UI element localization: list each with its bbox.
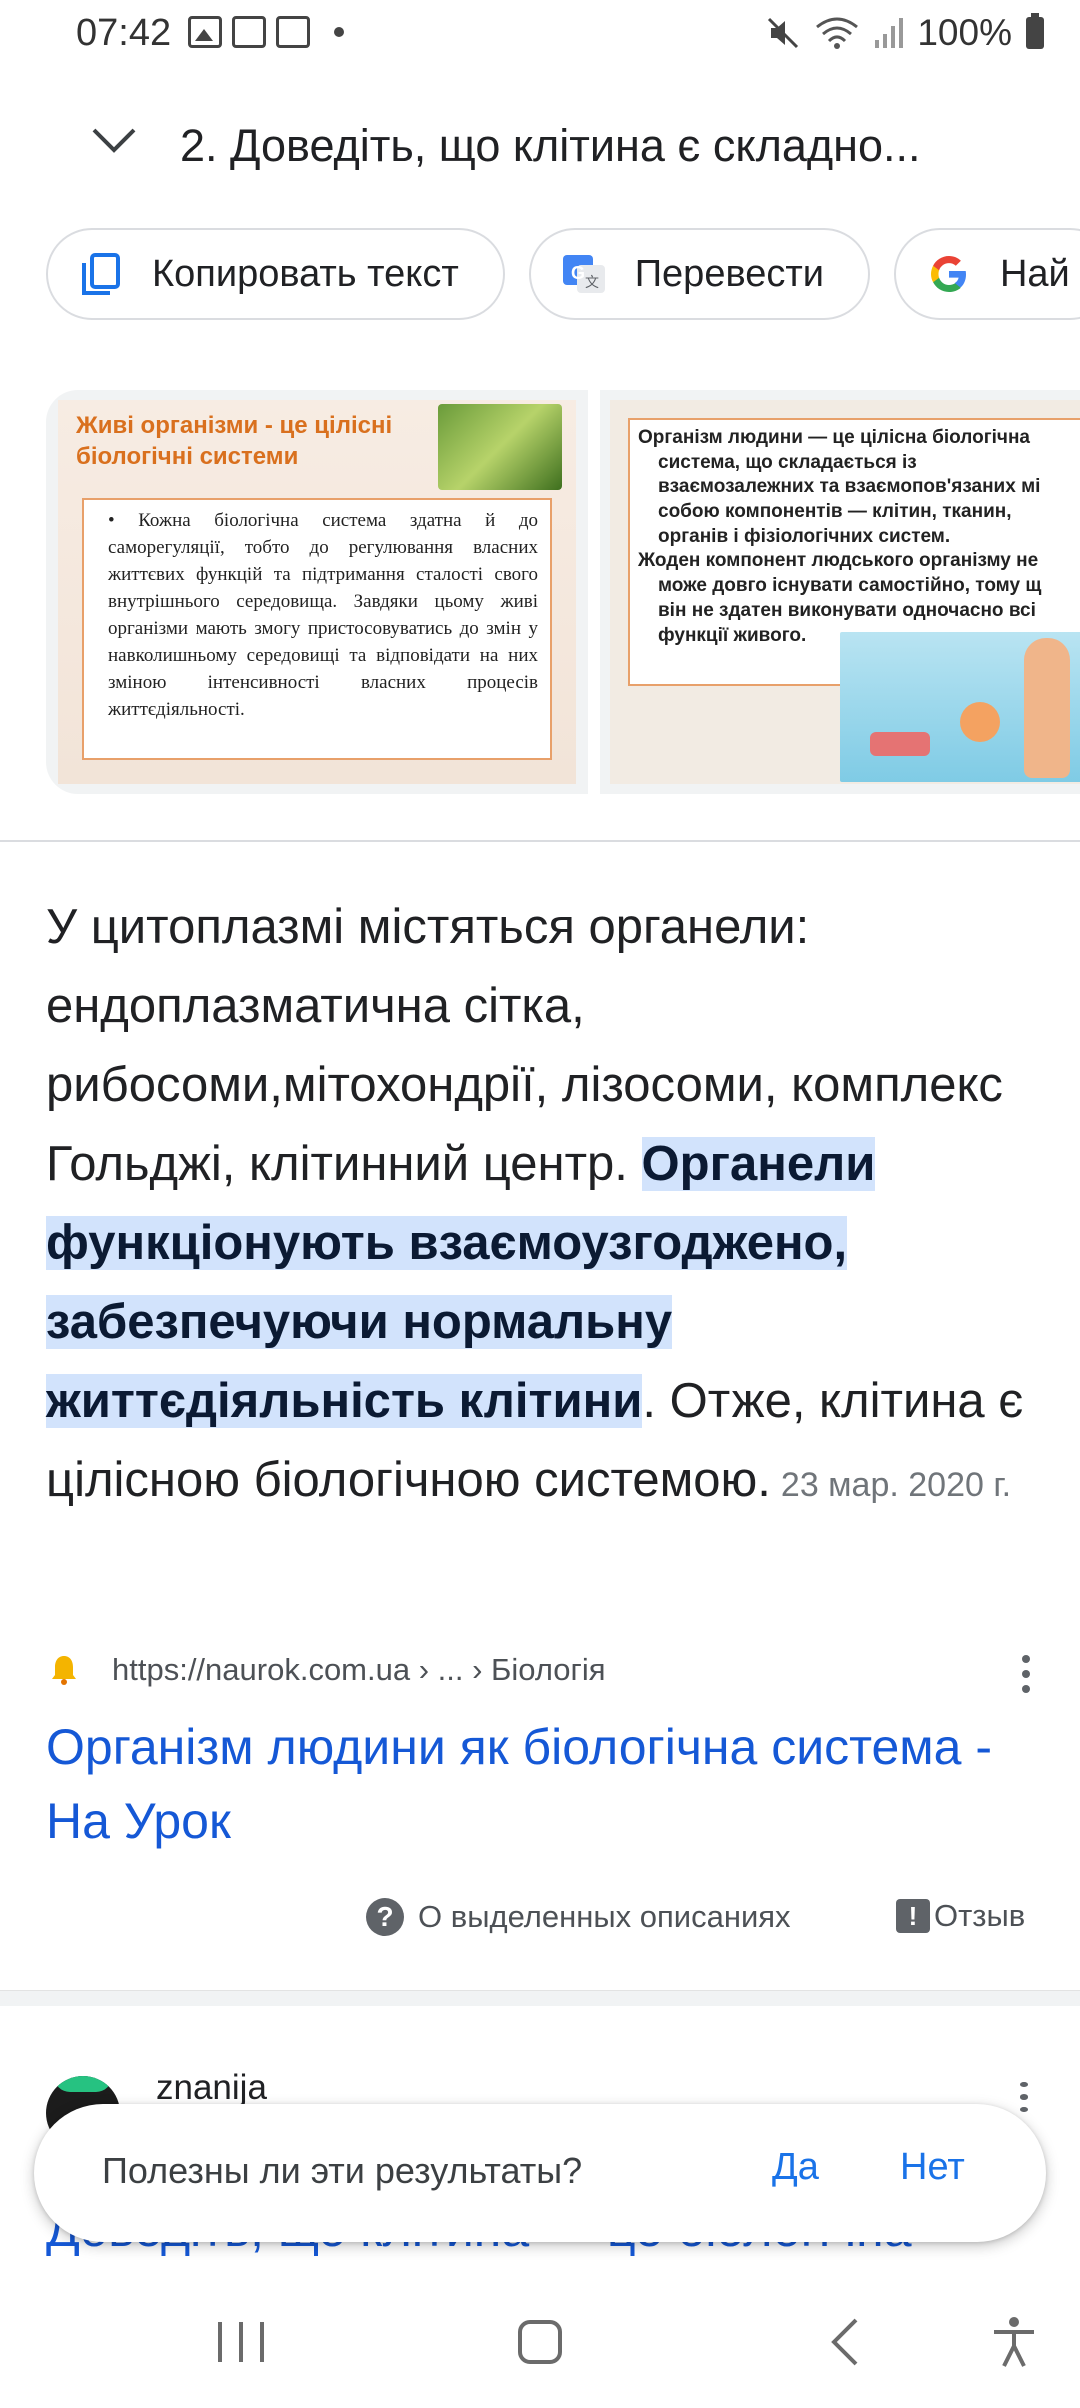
teams-notification-icon [232,16,266,48]
featured-snippet-text: У цитоплазмі містяться органели: ендопла… [46,888,1046,1525]
next-result-site[interactable]: znanija [156,2068,267,2108]
back-icon[interactable] [826,2316,866,2368]
status-right: 100% [765,12,1044,54]
copy-text-chip[interactable]: Копировать текст [46,228,505,320]
anatomy-illustration [840,632,1080,782]
result-image-2[interactable]: Організм людини — це цілісна біологічна … [600,390,1080,794]
teams-notification-icon [276,16,310,48]
chip-label: Копировать текст [152,252,459,295]
signal-icon [875,18,904,48]
slide2-line: може довго існувати самостійно, тому щ [658,575,1042,597]
copy-icon [82,253,120,295]
organ-figure [960,702,1000,742]
status-bar: 07:42 100% [0,0,1080,66]
slide2-line: він не здатен виконувати одночасно всі [658,599,1036,621]
tissue-figure [870,732,930,756]
slide1-text: • Кожна біологічна система здатна й до с… [82,498,552,760]
about-label: О выделенных описаниях [418,1899,791,1934]
action-chips: Копировать текст G 文 Перевести Най [46,228,1080,320]
cell-photo [438,404,562,490]
result-title-link[interactable]: Організм людини як біологічна система - … [46,1710,1006,1858]
slide-image-2: Організм людини — це цілісна біологічна … [610,400,1080,784]
helpful-results-prompt: Полезны ли эти результаты? Да Нет [34,2104,1046,2242]
featured-snippet-header[interactable]: 2. Доведіть, що клітина є складно... [0,100,1080,196]
snippet-date: 23 мар. 2020 г. [780,1466,1012,1504]
status-time: 07:42 [76,12,172,54]
system-navigation-bar [0,2290,1080,2408]
slide1-title: Живі організми - це цілісні біологічні с… [76,412,393,471]
more-notifications-icon [334,27,344,37]
svg-text:G: G [571,263,585,283]
yes-button[interactable]: Да [772,2146,819,2189]
naurok-bell-icon [52,1656,76,1685]
slide2-line: взаємозалежних та взаємопов'язаних мі [658,476,1041,498]
more-options-icon[interactable] [1006,1650,1046,1698]
mute-icon [768,17,799,49]
feedback-icon: ! [896,1899,930,1933]
slide2-line: органів і фізіологічних систем. [658,525,951,547]
accessibility-icon[interactable] [990,2314,1038,2370]
header-title: 2. Доведіть, що клітина є складно... [180,120,921,171]
google-icon [930,256,966,292]
slide2-line: система, що складається із [658,451,917,473]
help-icon: ? [366,1898,404,1936]
home-icon[interactable] [518,2320,562,2364]
result-separator [0,1990,1080,2006]
about-featured-snippets-link[interactable]: ? О выделенных описаниях [366,1898,791,1936]
svg-text:文: 文 [585,274,599,290]
chevron-down-icon[interactable] [88,114,140,166]
no-button[interactable]: Нет [900,2146,965,2189]
prompt-question: Полезны ли эти результаты? [102,2150,583,2191]
wifi-icon [816,17,859,49]
gallery-notification-icon [188,16,222,48]
battery-icon [1026,13,1044,49]
result-source[interactable]: https://naurok.com.ua › ... › Біологія [46,1650,1046,1698]
battery-level: 100% [917,12,1012,53]
translate-icon: G 文 [562,255,605,293]
image-carousel: Живі організми - це цілісні біологічні с… [46,390,1080,794]
slide2-line: Організм людини — це цілісна біологічна [638,427,1030,448]
translate-chip[interactable]: G 文 Перевести [528,228,870,320]
slide2-line: Жоден компонент людського організму не [638,550,1039,572]
google-search-chip[interactable]: Най [893,228,1080,320]
divider [0,840,1080,842]
chip-label: Перевести [634,252,824,295]
feedback-label: Отзыв [934,1898,1026,1933]
result-image-1[interactable]: Живі організми - це цілісні біологічні с… [46,390,588,794]
chip-label: Най [999,252,1070,295]
slide2-line: собою компонентів — клітин, тканин, [658,501,1012,523]
slide-image-1: Живі організми - це цілісні біологічні с… [58,400,576,784]
feedback-link[interactable]: ! Отзыв [896,1898,1025,1934]
human-body-figure [1024,638,1070,778]
recents-icon[interactable] [218,2322,264,2362]
notification-icons [188,16,344,48]
result-url: https://naurok.com.ua › ... › Біологія [112,1652,606,1687]
next-more-options-icon[interactable] [1004,2082,1044,2112]
